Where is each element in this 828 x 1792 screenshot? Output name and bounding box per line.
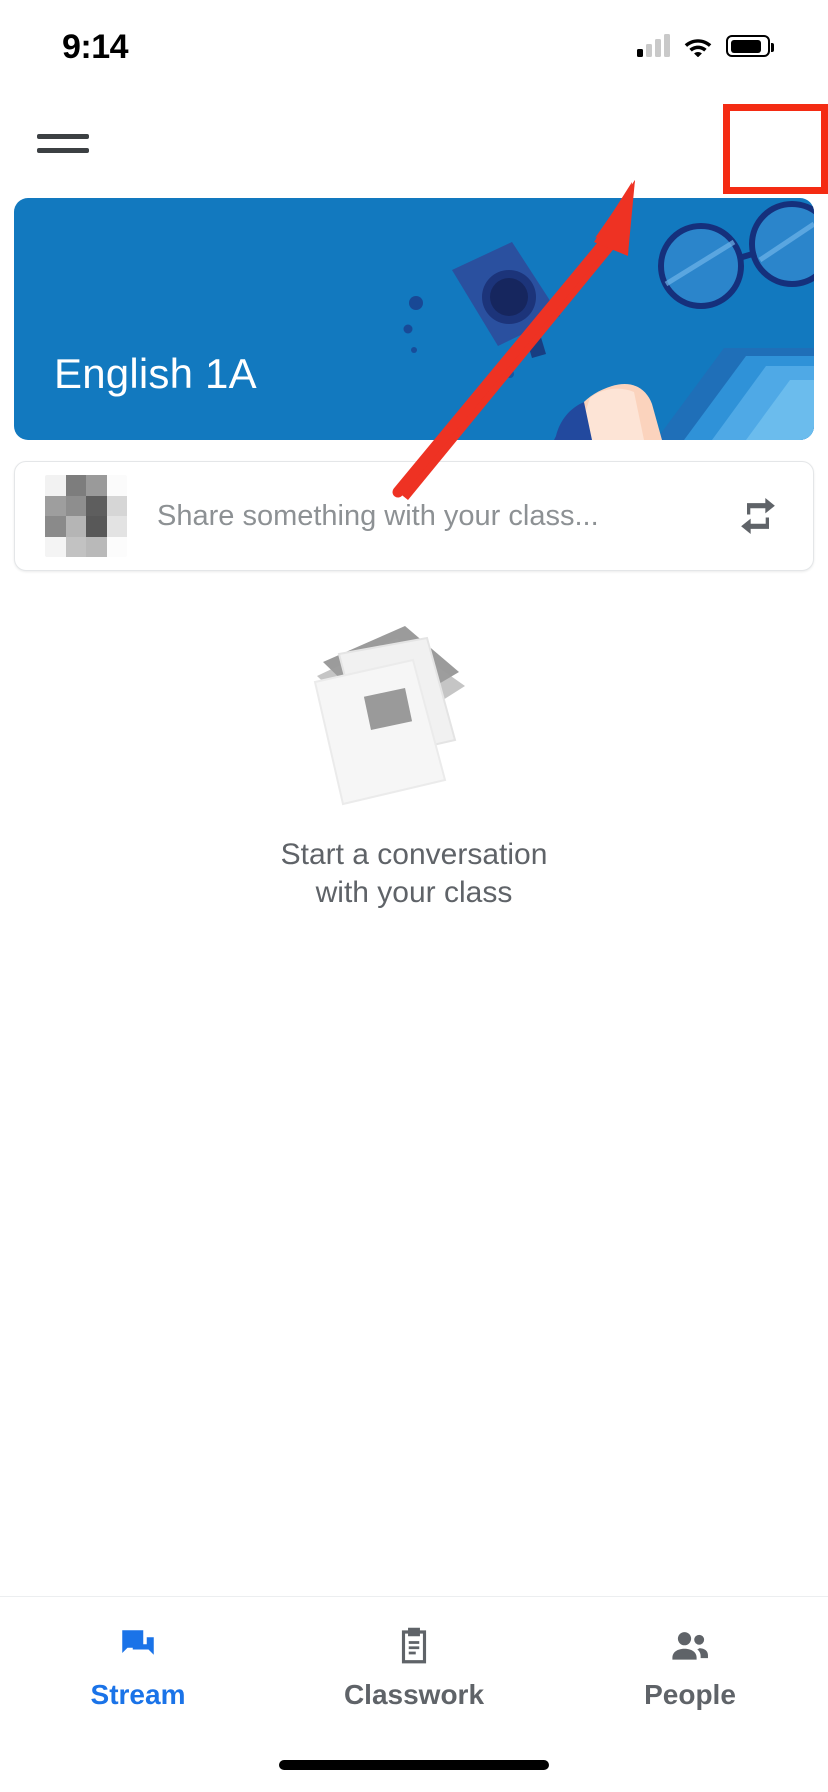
nav-item-people[interactable]: People — [552, 1623, 828, 1711]
hand-icon — [554, 384, 662, 440]
empty-state-line-2: with your class — [315, 876, 513, 910]
cellular-signal-icon — [637, 34, 670, 57]
status-time: 9:14 — [62, 27, 129, 66]
book-icon — [656, 348, 814, 440]
empty-state: Start a conversation with your class — [0, 620, 828, 913]
nav-item-classwork[interactable]: Classwork — [276, 1623, 552, 1711]
nav-item-stream[interactable]: Stream — [0, 1623, 276, 1711]
share-something-bar[interactable]: Share something with your class... — [14, 461, 814, 571]
battery-icon — [726, 35, 774, 57]
app-screen: 9:14 English 1A Share something with you… — [0, 0, 828, 1792]
nav-label-people: People — [644, 1679, 736, 1710]
stream-chat-icon — [115, 1623, 161, 1669]
empty-state-text: Start a conversation with your class — [281, 836, 548, 913]
bottom-navigation-bar: Stream Classwork People — [0, 1596, 828, 1792]
glasses-icon — [658, 201, 814, 309]
class-banner[interactable]: English 1A — [14, 198, 814, 440]
reuse-post-icon[interactable] — [731, 489, 785, 543]
class-name: English 1A — [54, 350, 257, 397]
camera-icon — [452, 242, 560, 358]
user-avatar-blurred[interactable] — [45, 475, 127, 557]
stacked-papers-illustration — [313, 626, 465, 806]
nav-label-stream: Stream — [90, 1679, 186, 1710]
classroom-theme-illustration — [403, 201, 814, 440]
wifi-icon — [683, 35, 713, 58]
clipboard-icon — [391, 1623, 437, 1669]
share-input-placeholder[interactable]: Share something with your class... — [157, 500, 731, 533]
status-bar: 9:14 — [0, 0, 828, 88]
people-icon — [667, 1623, 713, 1669]
nav-label-classwork: Classwork — [343, 1679, 485, 1710]
home-indicator-bar — [279, 1760, 549, 1770]
empty-state-line-1: Start a conversation — [280, 838, 548, 871]
status-indicators — [637, 34, 774, 58]
hamburger-menu-icon[interactable] — [34, 114, 92, 172]
app-bar — [0, 88, 828, 250]
